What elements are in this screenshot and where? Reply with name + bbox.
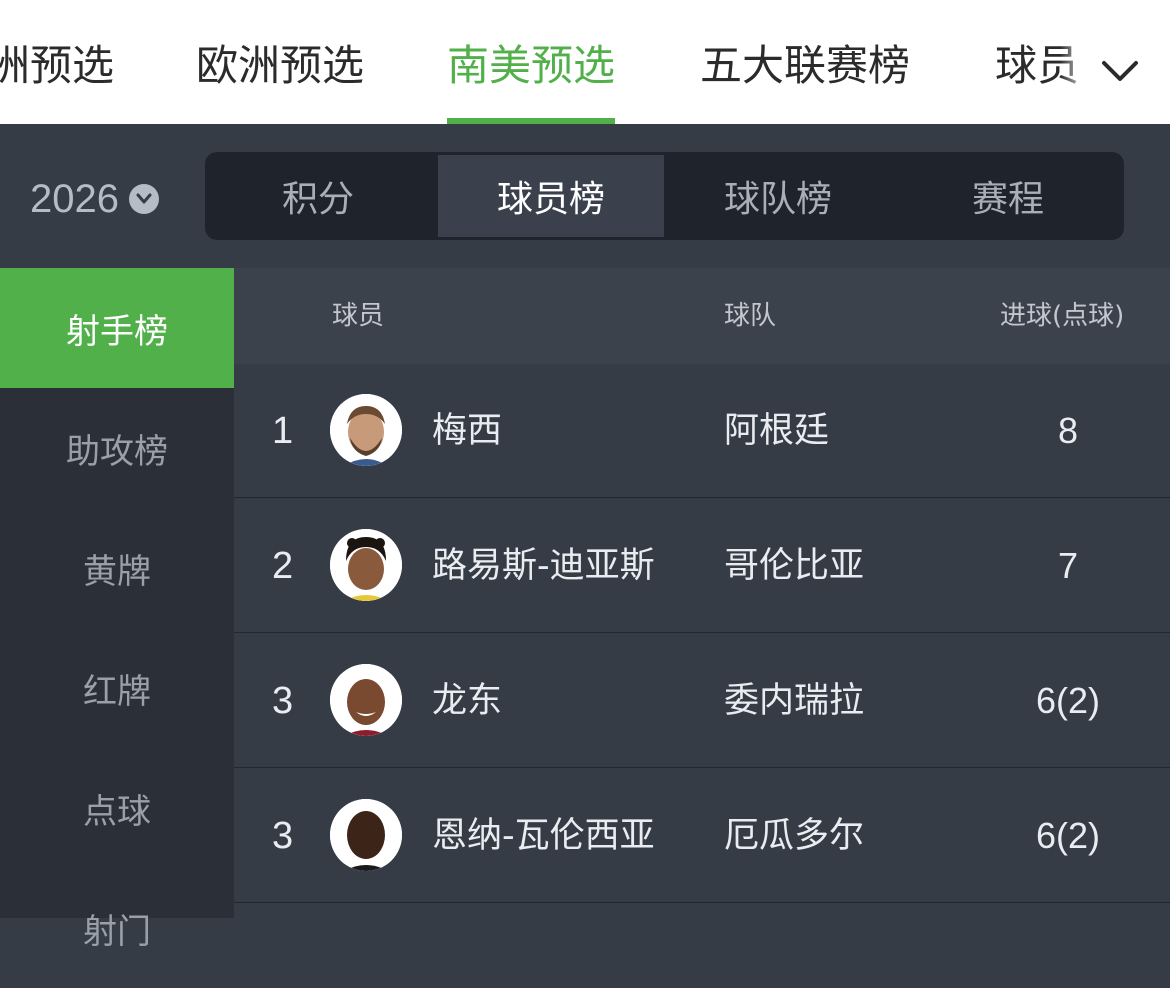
tab-overflow-fade — [1060, 20, 1090, 110]
more-tabs-button[interactable] — [1090, 40, 1150, 100]
tab-label: 南美预选 — [447, 41, 616, 90]
tab-south-america-qualifiers[interactable]: 南美预选 — [447, 36, 616, 124]
table-header: 球员 球队 进球(点球) — [234, 268, 1170, 364]
player-name: 路易斯-迪亚斯 — [432, 546, 655, 586]
segment-label: 球员榜 — [496, 179, 605, 220]
season-selector[interactable]: 2026 — [30, 174, 159, 224]
tab-label: 欧洲预选 — [196, 41, 365, 90]
sidebar-item-label: 射门 — [83, 911, 151, 952]
column-header-goals: 进球(点球) — [1000, 301, 1125, 331]
table-row[interactable]: 3 恩纳-瓦伦西亚 厄瓜多尔 6(2) — [234, 769, 1170, 903]
column-header-team: 球队 — [724, 301, 777, 331]
segment-team-rankings[interactable]: 球队榜 — [665, 155, 891, 237]
segment-player-rankings[interactable]: 球员榜 — [438, 155, 664, 237]
tab-label: 五大联赛榜 — [700, 41, 911, 90]
sidebar-item-top-scorers[interactable]: 射手榜 — [0, 268, 234, 388]
rank: 3 — [272, 680, 294, 722]
player-name: 恩纳-瓦伦西亚 — [432, 816, 655, 856]
team-name: 委内瑞拉 — [724, 681, 865, 721]
sidebar-item-shots[interactable]: 射门 — [0, 868, 234, 988]
tab-europe-qualifiers[interactable]: 欧洲预选 — [196, 36, 364, 96]
sidebar-item-label: 红牌 — [83, 671, 151, 712]
column-header-player: 球员 — [332, 301, 385, 331]
tab-top-five-leagues[interactable]: 五大联赛榜 — [700, 36, 910, 96]
sidebar-item-assists[interactable]: 助攻榜 — [0, 388, 234, 508]
player-avatar — [330, 529, 402, 601]
team-name: 哥伦比亚 — [724, 546, 865, 586]
filter-bar: 2026 积分 球员榜 球队榜 赛程 — [0, 124, 1170, 268]
goals-count: 7 — [1057, 545, 1079, 586]
rank: 2 — [272, 545, 294, 587]
tab-label: 洲预选 — [0, 41, 115, 90]
table-row[interactable]: 3 龙东 委内瑞拉 6(2) — [234, 634, 1170, 768]
category-sidebar: 射手榜 助攻榜 黄牌 红牌 点球 射门 — [0, 268, 234, 952]
tab-asia-qualifiers[interactable]: 洲预选 — [0, 36, 114, 96]
segment-label: 球队榜 — [723, 179, 832, 220]
player-avatar — [330, 664, 402, 736]
player-avatar — [330, 394, 402, 466]
player-avatar — [330, 799, 402, 871]
goals-count: 8 — [1057, 410, 1079, 451]
sidebar-item-penalties[interactable]: 点球 — [0, 748, 234, 868]
chevron-down-icon — [128, 184, 159, 214]
chevron-down-icon — [1102, 61, 1138, 81]
table-row[interactable]: 1 梅西 阿根廷 8 — [234, 364, 1170, 498]
sidebar-item-label: 点球 — [83, 791, 151, 832]
rank: 1 — [272, 410, 294, 452]
team-name: 厄瓜多尔 — [724, 816, 865, 856]
segment-standings[interactable]: 积分 — [205, 155, 431, 237]
sidebar-item-yellow-cards[interactable]: 黄牌 — [0, 508, 234, 628]
segment-label: 赛程 — [971, 179, 1044, 220]
player-name: 梅西 — [432, 411, 503, 451]
sidebar-item-label: 助攻榜 — [66, 431, 168, 472]
segment-schedule[interactable]: 赛程 — [895, 155, 1121, 237]
player-name: 龙东 — [432, 681, 503, 721]
table-row[interactable]: 2 路易斯-迪亚斯 哥伦比亚 7 — [234, 499, 1170, 633]
goals-count: 6(2) — [1035, 815, 1101, 856]
sidebar-item-label: 射手榜 — [66, 311, 168, 352]
season-label: 2026 — [30, 176, 119, 221]
sidebar-item-label: 黄牌 — [83, 551, 151, 592]
segment-label: 积分 — [281, 179, 354, 220]
goals-count: 6(2) — [1035, 680, 1101, 721]
scorers-table: 球员 球队 进球(点球) 1 梅西 阿根廷 8 2 路易斯-迪亚斯 哥伦比亚 7… — [234, 268, 1170, 918]
sidebar-item-red-cards[interactable]: 红牌 — [0, 628, 234, 748]
top-tab-bar: 洲预选 欧洲预选 南美预选 五大联赛榜 球员 — [0, 0, 1170, 124]
rank: 3 — [272, 815, 294, 857]
team-name: 阿根廷 — [724, 411, 830, 451]
view-segmented-control: 积分 球员榜 球队榜 赛程 — [205, 152, 1124, 240]
